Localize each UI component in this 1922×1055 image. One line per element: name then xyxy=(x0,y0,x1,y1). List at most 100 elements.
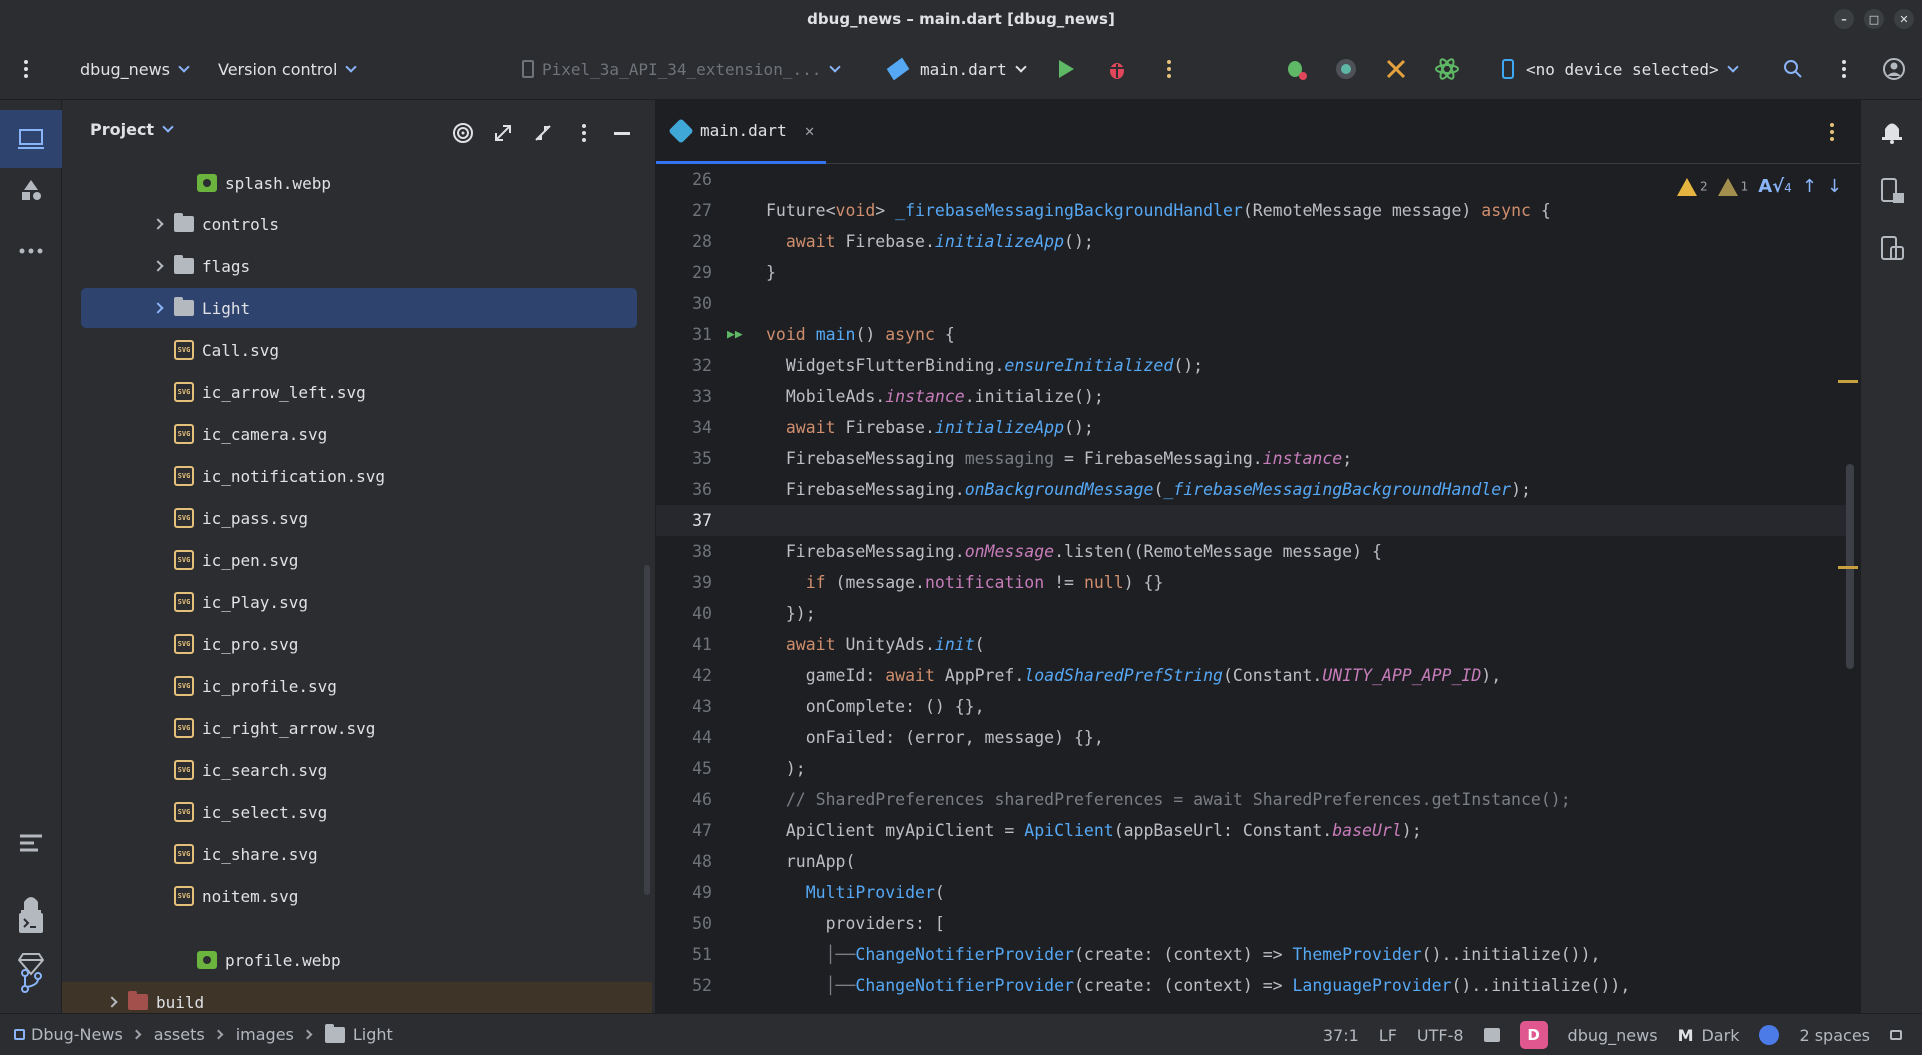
tree-item-file[interactable]: SVG ic_share.svg xyxy=(62,834,652,874)
device-selector[interactable]: <no device selected> xyxy=(1502,52,1739,86)
terminal-tool-button[interactable] xyxy=(12,904,50,942)
warnings-count[interactable]: 2 xyxy=(1676,177,1708,196)
device-explorer-button[interactable] xyxy=(1873,230,1911,268)
notifications-button[interactable] xyxy=(1873,112,1911,150)
typos-count[interactable]: A√4 xyxy=(1758,176,1792,197)
close-tab-icon[interactable]: ✕ xyxy=(805,121,815,140)
code-line: 44 onFailed: (error, message) {}, xyxy=(692,728,1104,747)
project-view-selector[interactable]: Project xyxy=(90,120,154,139)
chevron-down-icon xyxy=(178,60,190,73)
tree-item-file[interactable]: splash.webp xyxy=(62,163,652,203)
tree-item-file[interactable]: SVG ic_profile.svg xyxy=(62,666,652,706)
tree-item-file[interactable]: SVG ic_select.svg xyxy=(62,792,652,832)
tree-item-file[interactable]: SVG ic_arrow_left.svg xyxy=(62,372,652,412)
tab-options-button[interactable] xyxy=(1820,117,1844,147)
chevron-right-icon[interactable] xyxy=(106,996,118,1008)
warning-marker[interactable] xyxy=(1838,380,1858,383)
debug-button[interactable] xyxy=(1106,52,1128,86)
project-tool-button[interactable] xyxy=(0,110,62,168)
tree-item-file[interactable]: SVG ic_pen.svg xyxy=(62,540,652,580)
warning-marker[interactable] xyxy=(1838,566,1858,569)
tree-item-file[interactable]: SVG ic_pro.svg xyxy=(62,624,652,664)
indent-setting[interactable]: 2 spaces xyxy=(1799,1026,1870,1045)
tree-item-file[interactable]: SVG ic_camera.svg xyxy=(62,414,652,454)
tree-item-folder[interactable]: flags xyxy=(62,246,652,286)
device-config-selector[interactable]: Pixel_3a_API_34_extension_... xyxy=(522,52,842,86)
tree-item-file[interactable]: SVG ic_search.svg xyxy=(62,750,652,790)
tree-item-file[interactable]: SVG ic_right_arrow.svg xyxy=(62,708,652,748)
running-devices-button[interactable] xyxy=(1873,172,1911,210)
account-button[interactable] xyxy=(1882,52,1906,86)
tree-item-file[interactable]: SVG noitem.svg xyxy=(62,876,652,916)
project-scrollbar[interactable] xyxy=(644,565,650,895)
expand-all-icon[interactable] xyxy=(492,122,514,144)
react-devtools-button[interactable] xyxy=(1434,52,1460,86)
hide-panel-icon[interactable] xyxy=(614,131,630,135)
breadcrumb-item[interactable]: assets xyxy=(154,1025,205,1044)
weak-warnings-count[interactable]: 1 xyxy=(1717,177,1748,196)
run-config-selector[interactable]: main.dart xyxy=(886,52,1027,86)
tree-item-build-folder[interactable]: build xyxy=(62,982,652,1013)
chevron-right-icon[interactable] xyxy=(152,260,164,272)
attach-debugger-button[interactable] xyxy=(1284,52,1308,86)
file-encoding[interactable]: UTF-8 xyxy=(1417,1026,1464,1045)
chevron-down-icon xyxy=(1726,60,1739,73)
tree-item-file[interactable]: profile.webp xyxy=(62,940,652,980)
vcs-widget[interactable]: Version control xyxy=(218,52,358,86)
resource-manager-button[interactable] xyxy=(12,172,50,210)
version-control-tool-button[interactable] xyxy=(12,962,50,1000)
build-tools-button[interactable] xyxy=(1384,52,1408,86)
search-button[interactable] xyxy=(1782,52,1804,86)
project-options-icon[interactable] xyxy=(572,118,596,148)
structure-tool-button[interactable] xyxy=(12,824,50,862)
tree-item-file[interactable]: SVG Call.svg xyxy=(62,330,652,370)
spellcheck-icon: A√ xyxy=(1758,176,1785,197)
window-title-bar: dbug_news – main.dart [dbug_news] – □ ✕ xyxy=(0,0,1922,38)
readonly-toggle-icon[interactable] xyxy=(1483,1028,1500,1042)
main-menu-button[interactable] xyxy=(14,52,38,86)
run-gutter-icon[interactable]: ▶▶ xyxy=(712,327,743,342)
breadcrumb-item[interactable]: images xyxy=(236,1025,294,1044)
inspection-widget[interactable]: 2 1 A√4 ↑ ↓ xyxy=(1676,176,1842,197)
caret-position[interactable]: 37:1 xyxy=(1323,1026,1359,1045)
locate-file-icon[interactable] xyxy=(452,122,474,144)
previous-highlight-icon[interactable]: ↑ xyxy=(1802,176,1817,197)
attach-debugger-icon xyxy=(1288,61,1307,80)
tree-item-label: splash.webp xyxy=(225,173,331,193)
line-separator[interactable]: LF xyxy=(1379,1026,1397,1045)
tree-item-file[interactable]: SVG ic_notification.svg xyxy=(62,456,652,496)
code-line: 31 ▶▶ void main() async { xyxy=(692,325,955,344)
next-highlight-icon[interactable]: ↓ xyxy=(1827,176,1842,197)
tree-item-file[interactable]: SVG ic_Play.svg xyxy=(62,582,652,622)
settings-menu-button[interactable] xyxy=(1832,52,1856,86)
tree-item-folder[interactable]: controls xyxy=(62,204,652,244)
chevron-right-icon[interactable] xyxy=(152,218,164,230)
chevron-down-icon[interactable] xyxy=(162,120,174,133)
run-button[interactable] xyxy=(1056,52,1076,86)
chevron-right-icon[interactable] xyxy=(152,302,164,314)
run-config-label: main.dart xyxy=(920,59,1007,79)
ai-assistant-icon[interactable] xyxy=(1759,1025,1780,1045)
tree-item-label: Light xyxy=(202,298,251,318)
tree-item-file[interactable]: SVG ic_pass.svg xyxy=(62,498,652,538)
more-tool-windows-button[interactable] xyxy=(12,232,50,270)
code-editor[interactable]: 26 27 Future<void> _firebaseMessagingBack… xyxy=(656,164,1860,1013)
lock-icon[interactable] xyxy=(1890,1030,1902,1040)
more-actions-button[interactable] xyxy=(1157,52,1181,86)
breadcrumb-item[interactable]: Dbug-News xyxy=(31,1025,123,1044)
collapse-all-icon[interactable] xyxy=(532,122,554,144)
maximize-icon[interactable]: □ xyxy=(1864,9,1884,29)
close-window-icon[interactable]: ✕ xyxy=(1894,9,1914,29)
project-widget[interactable]: dbug_news xyxy=(80,52,190,86)
breadcrumb-item[interactable]: Light xyxy=(353,1025,393,1044)
chevron-right-icon xyxy=(213,1029,224,1040)
tree-item-folder-selected[interactable]: Light xyxy=(81,288,637,328)
tab-main-dart[interactable]: main.dart ✕ xyxy=(656,100,826,164)
code-line: 26 xyxy=(692,170,712,189)
theme-label[interactable]: Dark xyxy=(1701,1026,1739,1045)
svg-file-icon: SVG xyxy=(174,802,194,822)
project-widget-status[interactable]: dbug_news xyxy=(1568,1026,1658,1045)
tree-item-label: ic_notification.svg xyxy=(202,466,386,486)
device-mirroring-button[interactable] xyxy=(1334,52,1358,86)
minimize-icon[interactable]: – xyxy=(1834,9,1854,29)
